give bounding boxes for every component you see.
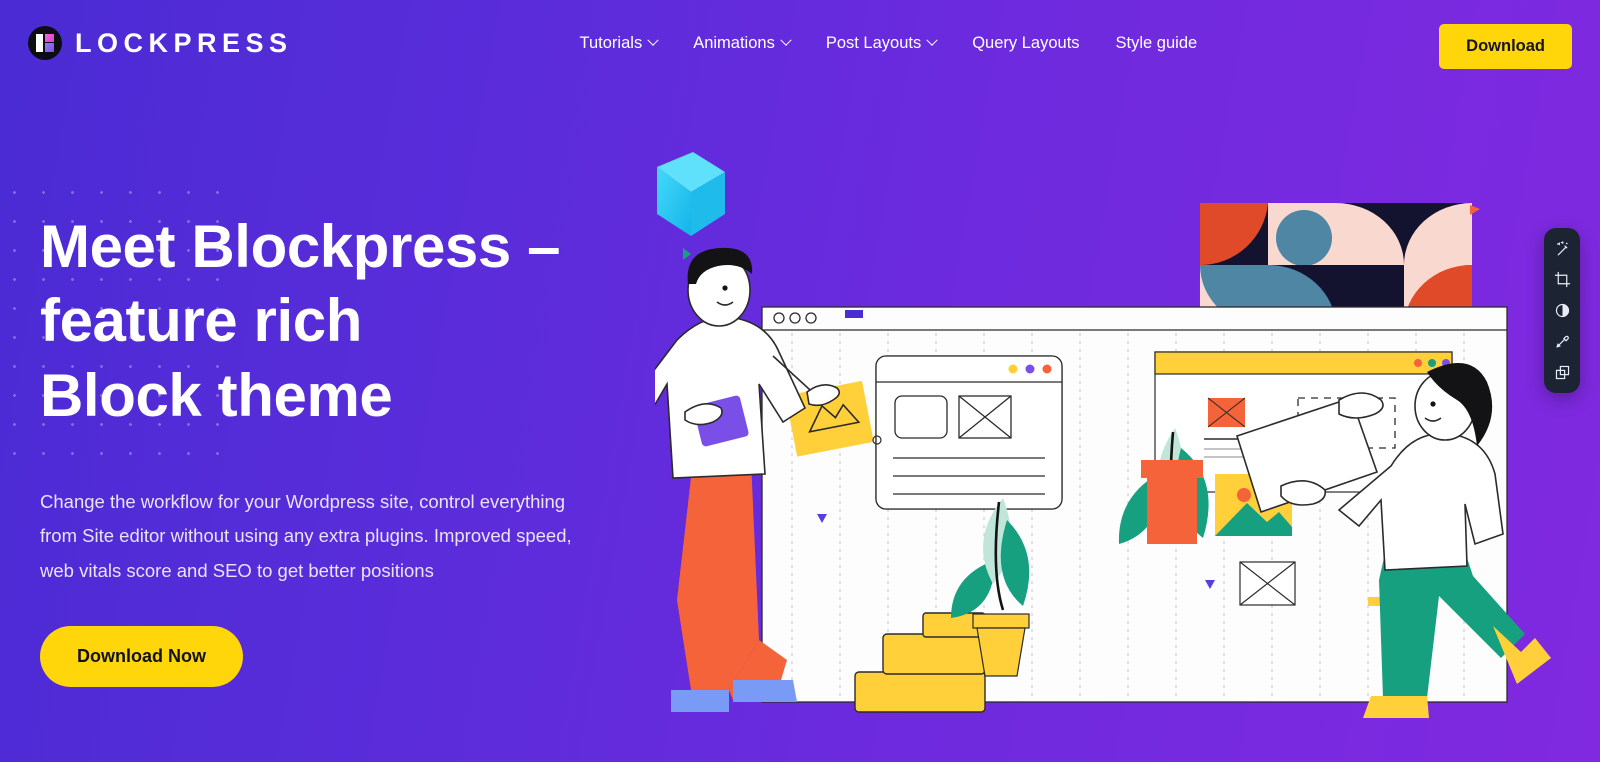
nav-item-tutorials[interactable]: Tutorials [579,33,659,53]
shoe [1363,696,1429,718]
nav-label: Tutorials [579,33,643,52]
blockpress-logo-icon [28,26,62,60]
inner-card [875,355,1063,510]
sun-icon [1237,488,1251,502]
site-header: LOCKPRESS Tutorials Animations Post Layo… [0,0,1600,86]
crop-icon[interactable] [1554,271,1571,288]
eye [1430,401,1436,407]
nav-label: Animations [693,33,775,52]
nav-item-query-layouts[interactable]: Query Layouts [972,34,1079,53]
hero-illustration [655,152,1551,718]
card-dot-purple [1025,364,1035,374]
chevron-down-icon [926,34,938,46]
card-dot-orange [1042,364,1052,374]
contrast-icon[interactable] [1554,302,1571,319]
window-dot [1414,359,1422,367]
brand-name: LOCKPRESS [75,27,293,58]
nav-label: Post Layouts [825,33,922,52]
eye [722,285,728,291]
nav-item-post-layouts[interactable]: Post Layouts [825,33,938,53]
nav-item-style-guide[interactable]: Style guide [1116,34,1198,53]
card-dot-yellow [1008,364,1018,374]
download-now-button[interactable]: Download Now [40,625,243,687]
download-button[interactable]: Download [1439,24,1572,69]
window-dot [1428,359,1436,367]
nav-item-animations[interactable]: Animations [693,33,792,53]
brand-logo[interactable]: LOCKPRESS [28,26,293,60]
page-title: Meet Blockpress – feature rich Block the… [40,213,561,429]
hero-section: Meet Blockpress – feature rich Block the… [40,210,660,687]
chevron-down-icon [647,34,659,46]
shoe [733,680,797,702]
cube-decoration [657,152,725,236]
nav-label: Style guide [1115,33,1198,52]
shoe [671,690,729,712]
hero-description: Change the workflow for your Wordpress s… [40,491,572,581]
nav-label: Query Layouts [972,33,1080,52]
image-placeholder-orange [1207,397,1246,428]
brush-icon[interactable] [1554,333,1571,350]
magic-wand-icon[interactable] [1554,240,1571,257]
main-navigation: Tutorials Animations Post Layouts Query … [580,34,1198,53]
layers-icon[interactable] [1554,364,1571,381]
floating-toolbar [1544,228,1580,393]
image-placeholder-small [1239,561,1296,606]
chevron-down-icon [780,34,792,46]
